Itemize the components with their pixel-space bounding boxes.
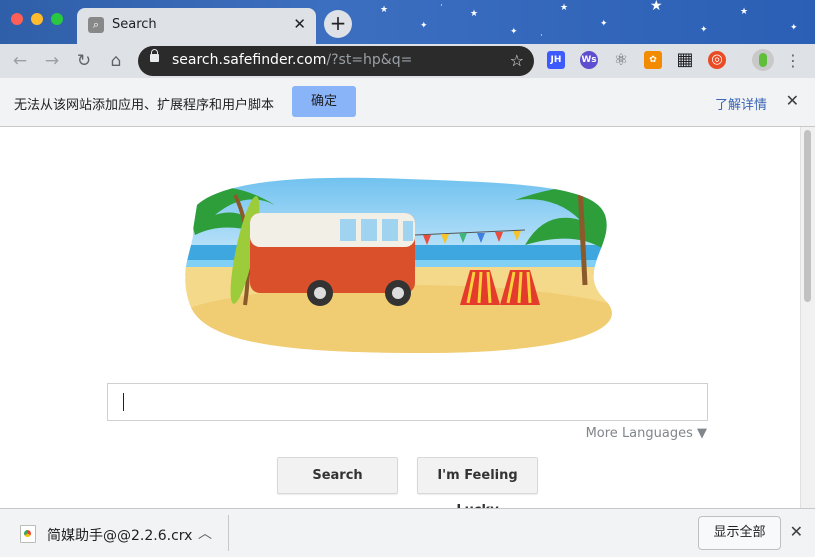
address-bar[interactable]: search.safefinder.com/?st=hp&q= ☆ (138, 46, 534, 76)
avatar-figure (759, 53, 767, 67)
home-icon[interactable]: ⌂ (105, 50, 127, 72)
confirm-button[interactable]: 确定 (292, 86, 356, 117)
crx-file-icon (20, 525, 36, 543)
close-infobar-icon[interactable]: ✕ (786, 91, 799, 110)
star-decoration: ✦ (420, 21, 428, 31)
search-button[interactable]: Search (277, 457, 398, 494)
back-icon[interactable]: ← (9, 50, 31, 72)
feeling-lucky-button[interactable]: I'm Feeling Lucky (417, 457, 538, 518)
divider (228, 515, 229, 551)
star-decoration: ★ (650, 0, 663, 14)
profile-avatar[interactable] (752, 49, 774, 71)
star-decoration: · (540, 31, 543, 41)
maximize-window-button[interactable] (51, 13, 63, 25)
url-text: search.safefinder.com/?st=hp&q= (172, 52, 412, 68)
page-content: More Languages ▼ Search I'm Feeling Luck… (0, 127, 815, 518)
tab-title: Search (112, 17, 157, 32)
url-host: search.safefinder.com (172, 52, 327, 68)
star-decoration: ★ (380, 5, 389, 15)
qr-extension-icon[interactable]: ▦ (676, 51, 694, 69)
info-bar: 无法从该网站添加应用、扩展程序和用户脚本 确定 了解详情 ✕ (0, 78, 815, 127)
star-decoration: ✦ (600, 19, 608, 29)
ws-extension-icon[interactable]: Ws (580, 51, 598, 69)
orange-extension-icon[interactable]: ✿ (644, 51, 662, 69)
bookmark-star-icon[interactable]: ☆ (510, 51, 524, 70)
close-download-bar-icon[interactable]: ✕ (790, 522, 803, 541)
star-decoration: · (440, 1, 443, 11)
info-message: 无法从该网站添加应用、扩展程序和用户脚本 (14, 98, 275, 113)
star-decoration: ✦ (510, 27, 518, 37)
browser-tab[interactable]: ⌕ Search ✕ (77, 8, 316, 44)
download-filename[interactable]: 简媒助手@@2.2.6.crx (47, 525, 192, 545)
close-tab-icon[interactable]: ✕ (293, 15, 306, 33)
jh-extension-icon[interactable]: JH (547, 51, 565, 69)
star-decoration: ★ (470, 9, 479, 19)
search-icon: ⌕ (88, 17, 104, 33)
lock-icon (150, 49, 159, 62)
star-decoration: ★ (560, 3, 569, 13)
reload-icon[interactable]: ↻ (73, 50, 95, 72)
download-bar: 简媒助手@@2.2.6.crx ︿ 显示全部 ✕ (0, 508, 815, 557)
search-input[interactable] (107, 383, 708, 421)
text-caret (123, 393, 124, 411)
browser-toolbar: ← → ↻ ⌂ search.safefinder.com/?st=hp&q= … (0, 44, 815, 78)
learn-more-link[interactable]: 了解详情 (715, 94, 767, 113)
star-decoration: ✦ (790, 23, 798, 33)
url-path: /?st=hp&q= (326, 52, 413, 68)
star-decoration: ★ (740, 7, 749, 17)
beach-illustration (185, 177, 612, 353)
chevron-up-icon[interactable]: ︿ (198, 523, 212, 543)
more-languages-link[interactable]: More Languages ▼ (586, 426, 707, 441)
new-tab-button[interactable]: + (324, 10, 352, 38)
lifebuoy-extension-icon[interactable]: ◎ (708, 51, 726, 69)
star-decoration: ✦ (700, 25, 708, 35)
minimize-window-button[interactable] (31, 13, 43, 25)
react-extension-icon[interactable]: ⚛ (612, 51, 630, 69)
forward-icon[interactable]: → (41, 50, 63, 72)
scrollbar-thumb[interactable] (804, 130, 811, 302)
vertical-scrollbar[interactable] (800, 127, 815, 508)
window-title-bar: ★ ✦ ★ ✦ ★ ✦ ★ ✦ ★ ✦ · · ⌕ Search ✕ + (0, 0, 815, 44)
show-all-button[interactable]: 显示全部 (698, 516, 781, 550)
kebab-menu-icon[interactable]: ⋮ (782, 50, 804, 72)
close-window-button[interactable] (11, 13, 23, 25)
